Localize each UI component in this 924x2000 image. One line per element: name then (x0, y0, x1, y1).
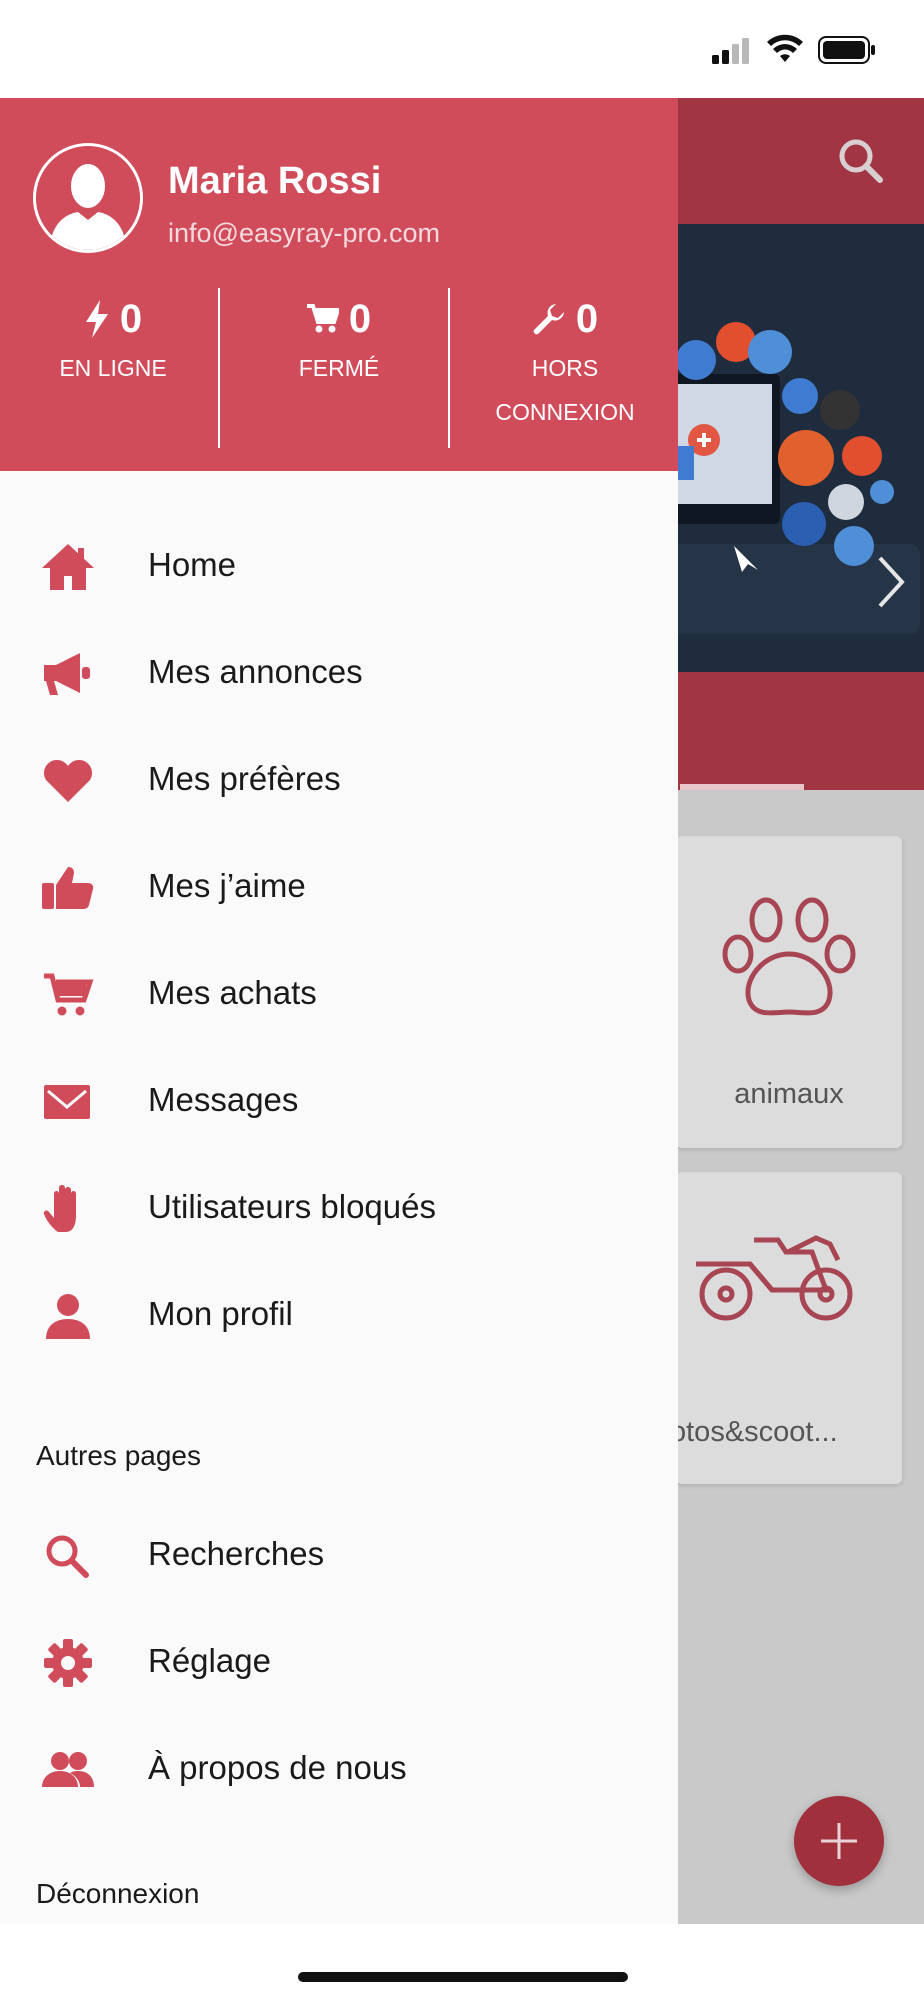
gear-icon (44, 1639, 92, 1687)
logout-link[interactable]: Déconnexion (36, 1878, 199, 1910)
cellular-signal-icon (712, 38, 749, 64)
stat-label-line1: HORS (531, 355, 599, 381)
stat-closed[interactable]: 0 FERMÉ (226, 294, 452, 390)
users-icon (42, 1752, 94, 1787)
stat-divider (218, 288, 220, 448)
user-email: info@easyray-pro.com (168, 218, 441, 248)
megaphone-icon (44, 653, 90, 695)
person-silhouette-icon (36, 146, 140, 250)
user-name: Maria Rossi (168, 160, 382, 202)
menu-item-label: Messages (148, 1081, 299, 1118)
cart-icon (44, 973, 94, 1016)
stat-label: FERMÉ (298, 355, 380, 381)
cart-icon (306, 304, 339, 333)
menu-item-mon-profil[interactable]: Mon profil (0, 1265, 678, 1365)
section-title-autres-pages: Autres pages (36, 1440, 201, 1471)
menu-item-label: Home (148, 546, 237, 583)
battery-icon (818, 36, 875, 64)
plus-icon (821, 1823, 857, 1859)
menu-item-reglage[interactable]: Réglage (0, 1612, 678, 1712)
menu-item-label: À propos de nous (148, 1749, 407, 1786)
menu-item-messages[interactable]: Messages (0, 1051, 678, 1151)
search-icon (46, 1535, 89, 1578)
stat-value: 0 (348, 296, 372, 341)
stat-label: EN LIGNE (59, 355, 167, 381)
category-card-animaux[interactable]: animaux (676, 836, 902, 1148)
motorcycle-icon (696, 1235, 853, 1321)
menu-item-mes-annonces[interactable]: Mes annonces (0, 623, 678, 723)
menu-item-label: Mes annonces (148, 653, 363, 690)
chevron-right-icon[interactable] (874, 554, 908, 610)
stat-online[interactable]: 0 EN LIGNE (0, 294, 226, 390)
menu-item-label: Réglage (148, 1642, 271, 1679)
stat-label-line2: CONNEXION (495, 399, 635, 425)
add-listing-fab[interactable] (794, 1796, 884, 1886)
menu-item-a-propos[interactable]: À propos de nous (0, 1719, 678, 1819)
status-bar (0, 0, 924, 98)
home-icon (42, 544, 94, 590)
hand-stop-icon (43, 1185, 76, 1232)
menu-item-label: Mon profil (148, 1295, 293, 1332)
menu-item-mes-jaime[interactable]: Mes j’aime (0, 837, 678, 937)
thumbs-up-icon (42, 867, 94, 909)
tab-indicator (680, 784, 804, 790)
navigation-drawer: Maria Rossi info@easyray-pro.com 0 EN LI… (0, 98, 678, 1924)
category-label: animaux (734, 1078, 844, 1110)
stat-value: 0 (119, 296, 143, 341)
menu-item-utilisateurs-bloques[interactable]: Utilisateurs bloqués (0, 1158, 678, 1258)
menu-item-label: Mes achats (148, 974, 317, 1011)
menu-item-home[interactable]: Home (0, 516, 678, 616)
menu-item-label: Mes j’aime (148, 867, 306, 904)
menu-item-recherches[interactable]: Recherches (0, 1505, 678, 1605)
profile-header: Maria Rossi info@easyray-pro.com 0 EN LI… (0, 98, 678, 471)
menu-item-mes-achats[interactable]: Mes achats (0, 944, 678, 1044)
wrench-icon (533, 304, 564, 335)
stat-divider (448, 288, 450, 448)
menu-item-label: Utilisateurs bloqués (148, 1188, 436, 1225)
menu-item-mes-preferes[interactable]: Mes préfères (0, 730, 678, 830)
menu-item-label: Recherches (148, 1535, 325, 1572)
category-card-motos[interactable]: otos&scoot... (676, 1172, 902, 1484)
stat-value: 0 (575, 296, 599, 341)
stat-offline[interactable]: 0 HORS CONNEXION (452, 294, 678, 434)
wifi-icon (767, 34, 803, 62)
heart-icon (43, 759, 93, 802)
menu-item-label: Mes préfères (148, 760, 341, 797)
envelope-icon (44, 1085, 90, 1119)
avatar[interactable] (33, 143, 143, 253)
category-label: otos&scoot... (676, 1416, 838, 1448)
paw-icon (722, 897, 856, 1016)
home-indicator (298, 1972, 628, 1982)
search-icon[interactable] (836, 136, 884, 184)
bolt-icon (85, 300, 108, 338)
user-icon (46, 1294, 90, 1339)
